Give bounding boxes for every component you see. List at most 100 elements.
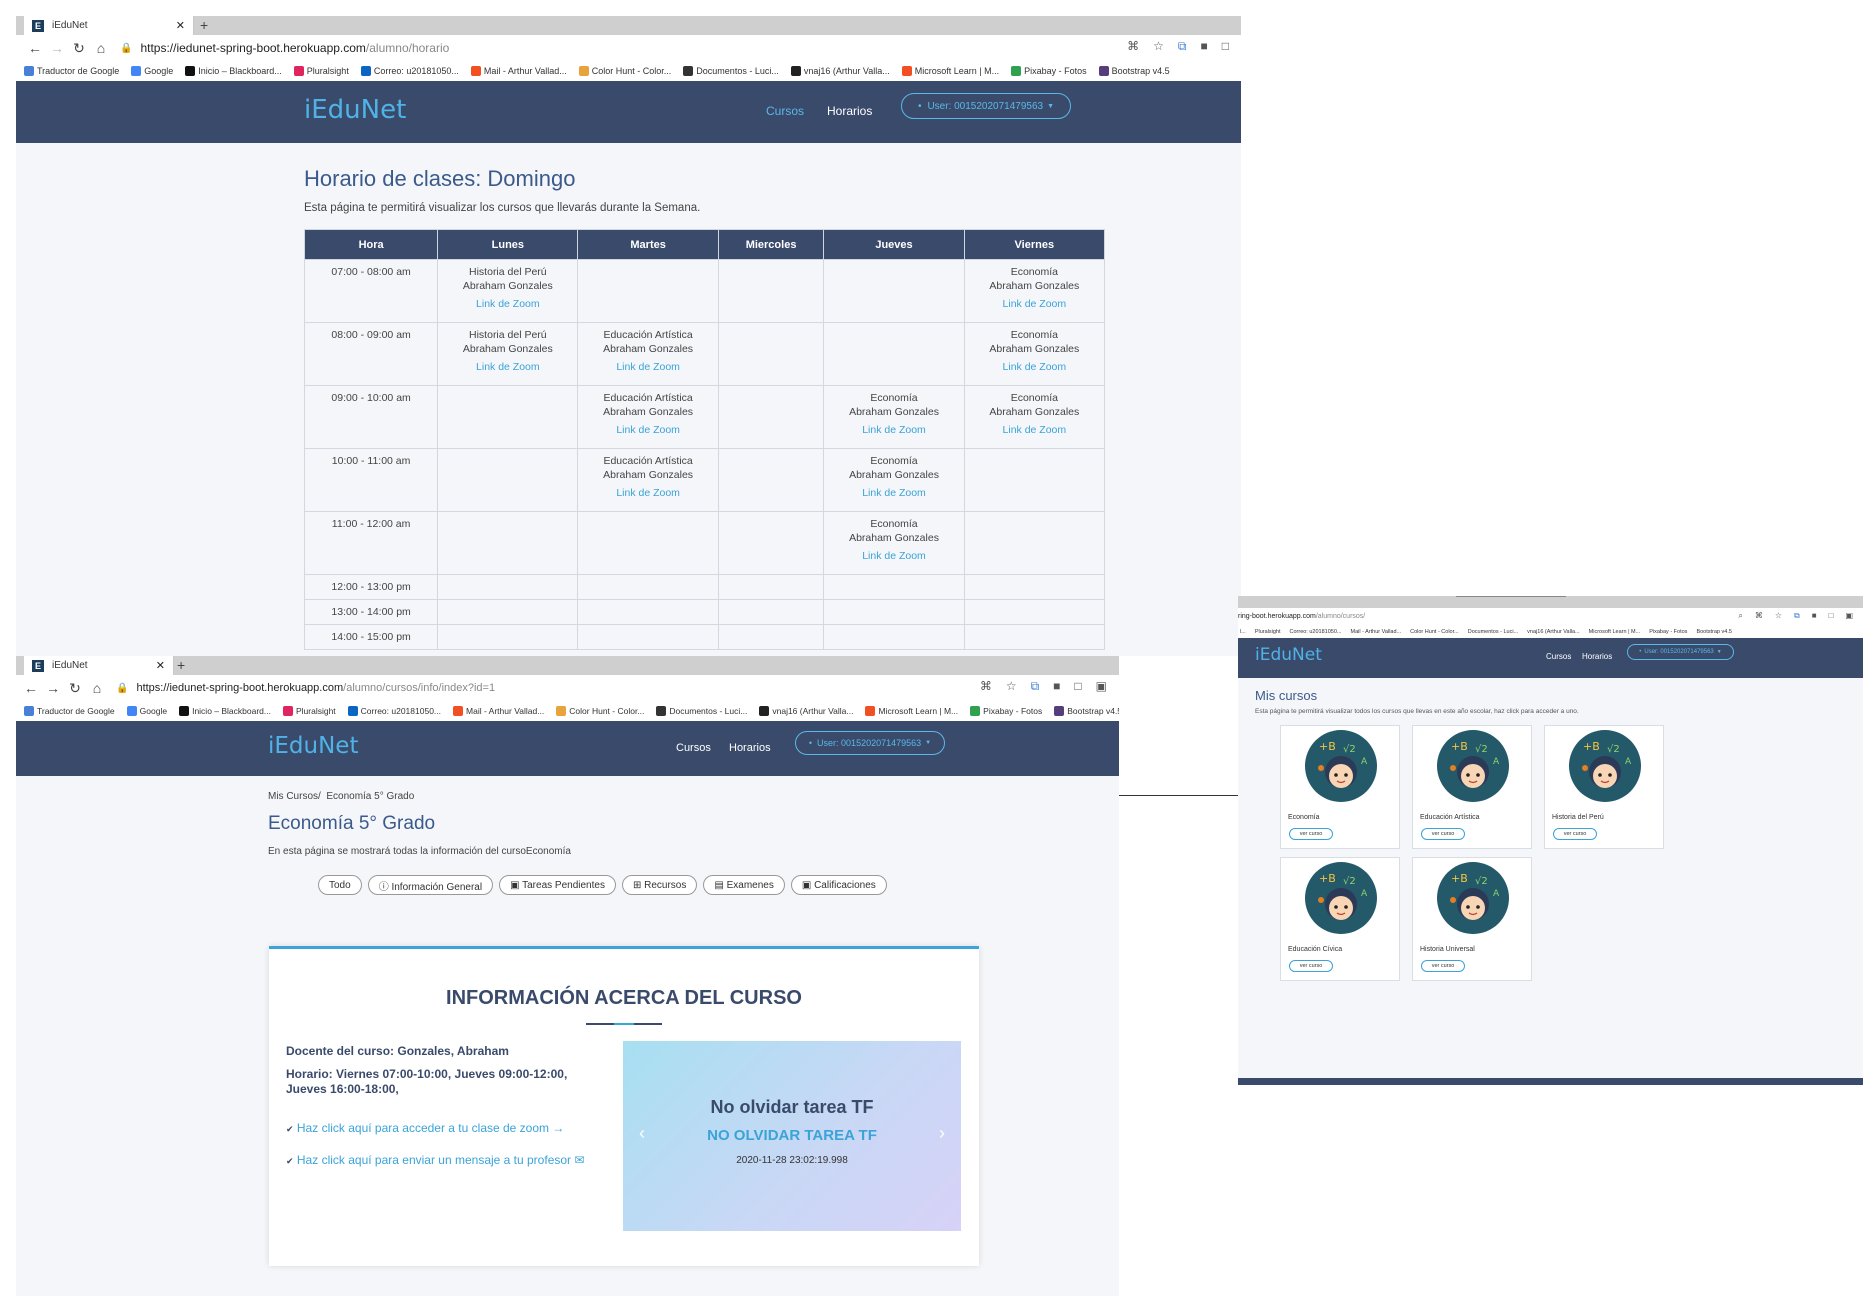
bookmark-item[interactable]: Google	[126, 706, 167, 717]
course-card[interactable]: +B √2 A Historia Universal ver curso	[1412, 857, 1532, 981]
course-card[interactable]: +B √2 A Economía ver curso	[1280, 725, 1400, 849]
zoom-link[interactable]: Link de Zoom	[824, 486, 963, 500]
bookmark-item[interactable]: Correo: u20181050...	[347, 706, 441, 717]
collections-icon[interactable]: ⧉	[1031, 679, 1040, 694]
back-icon[interactable]: ←	[24, 40, 46, 56]
zoom-link[interactable]: Link de Zoom	[578, 486, 717, 500]
ver-curso-button[interactable]: ver curso	[1421, 960, 1465, 972]
bookmark-item[interactable]: Microsoft Learn | M...	[865, 706, 958, 717]
translate-icon[interactable]: ⌘	[1127, 39, 1139, 54]
star-icon[interactable]: ☆	[1006, 679, 1017, 694]
bookmark-item[interactable]: Microsoft Learn | M...	[1589, 629, 1641, 635]
menu-icon[interactable]: ▣	[1096, 679, 1107, 694]
user-dropdown[interactable]: • User: 0015202071479563 ▼	[1627, 644, 1734, 660]
nav-horarios[interactable]: Horarios	[827, 104, 872, 118]
bookmark-item[interactable]: Correo: u20181050...	[360, 66, 459, 77]
logo[interactable]: iEduNet	[268, 733, 358, 759]
profile-icon[interactable]: □	[1074, 679, 1081, 694]
forward-icon[interactable]: →	[42, 680, 64, 696]
close-tab-icon[interactable]: ✕	[176, 19, 185, 32]
bookmark-item[interactable]: l...	[1240, 629, 1246, 635]
home-icon[interactable]: ⌂	[86, 680, 108, 696]
bookmark-item[interactable]: Color Hunt - Color...	[1410, 629, 1459, 635]
user-dropdown[interactable]: • User: 0015202071479563 ▼	[901, 93, 1071, 119]
bookmark-item[interactable]: Color Hunt - Color...	[578, 66, 671, 77]
browser-tab[interactable]: E iEduNet ✕	[24, 16, 194, 35]
home-icon[interactable]: ⌂	[90, 40, 112, 56]
bookmark-item[interactable]: Bootstrap v4.5	[1098, 66, 1170, 77]
bookmark-item[interactable]: Documentos - Luci...	[656, 706, 747, 717]
ver-curso-button[interactable]: ver curso	[1289, 960, 1333, 972]
filter-button[interactable]: ▣ Calificaciones	[790, 875, 887, 895]
url-host[interactable]: ring-boot.herokuapp.com	[1238, 613, 1316, 620]
new-tab-icon[interactable]: +	[200, 17, 208, 33]
nav-cursos[interactable]: Cursos	[766, 104, 804, 118]
bookmark-item[interactable]: Pixabay - Fotos	[1649, 629, 1687, 635]
bookmark-item[interactable]: Color Hunt - Color...	[556, 706, 644, 717]
zoom-link[interactable]: Link de Zoom	[965, 423, 1104, 437]
bookmark-item[interactable]: Mail - Arthur Vallad...	[453, 706, 544, 717]
bookmark-item[interactable]: Microsoft Learn | M...	[901, 66, 999, 77]
bookmark-item[interactable]: Google	[131, 66, 173, 77]
collections-icon[interactable]: ⧉	[1178, 39, 1187, 54]
bookmark-item[interactable]: Documentos - Luci...	[1468, 629, 1518, 635]
message-link[interactable]: ✔ Haz click aquí para enviar un mensaje …	[286, 1153, 584, 1167]
filter-button[interactable]: ▤ Examenes	[703, 875, 785, 895]
close-tab-icon[interactable]: ✕	[156, 659, 165, 672]
filter-button[interactable]: ▣ Tareas Pendientes	[499, 875, 616, 895]
bookmark-item[interactable]: Mail - Arthur Vallad...	[1350, 629, 1401, 635]
url-field[interactable]: 🔒 https://iedunet-spring-boot.herokuapp.…	[116, 682, 495, 694]
zoom-link[interactable]: Link de Zoom	[578, 423, 717, 437]
nav-cursos[interactable]: Cursos	[676, 742, 711, 754]
bookmark-item[interactable]: vnaj16 (Arthur Valla...	[759, 706, 853, 717]
bookmark-item[interactable]: Traductor de Google	[24, 706, 115, 717]
profile-icon[interactable]: □	[1829, 611, 1834, 621]
zoom-link[interactable]: Link de Zoom	[438, 297, 577, 311]
forward-icon[interactable]: →	[46, 40, 68, 56]
extension-icon[interactable]: ■	[1201, 39, 1208, 54]
ver-curso-button[interactable]: ver curso	[1553, 828, 1597, 840]
bookmark-item[interactable]: Traductor de Google	[24, 66, 119, 77]
translate-icon[interactable]: ⌘	[1755, 611, 1763, 621]
url-field[interactable]: 🔒 https://iedunet-spring-boot.herokuapp.…	[120, 41, 449, 55]
breadcrumb[interactable]: Mis Cursos/ Economía 5° Grado	[268, 791, 414, 802]
logo[interactable]: iEduNet	[1255, 645, 1322, 665]
bookmark-item[interactable]: Pixabay - Fotos	[1011, 66, 1087, 77]
bookmark-item[interactable]: Bootstrap v4.5	[1696, 629, 1731, 635]
collections-icon[interactable]: ⧉	[1794, 611, 1800, 621]
course-card[interactable]: +B √2 A Educación Artística ver curso	[1412, 725, 1532, 849]
zoom-link[interactable]: Link de Zoom	[824, 423, 963, 437]
logo[interactable]: iEduNet	[304, 95, 406, 125]
bookmark-item[interactable]: Correo: u20181050...	[1290, 629, 1342, 635]
filter-button[interactable]: Todo	[318, 875, 362, 895]
zoom-link[interactable]: Link de Zoom	[438, 360, 577, 374]
nav-horarios[interactable]: Horarios	[1582, 652, 1612, 661]
back-icon[interactable]: ←	[20, 680, 42, 696]
zoom-link[interactable]: Link de Zoom	[824, 549, 963, 563]
browser-tab[interactable]: E iEduNet ✕	[24, 656, 174, 675]
filter-button[interactable]: ⊞ Recursos	[621, 875, 698, 895]
nav-cursos[interactable]: Cursos	[1546, 652, 1571, 661]
bookmark-item[interactable]: Mail - Arthur Vallad...	[470, 66, 567, 77]
zoom-link[interactable]: Link de Zoom	[965, 297, 1104, 311]
filter-button[interactable]: ⓘ Información General	[367, 875, 494, 895]
zoom-link[interactable]: Link de Zoom	[965, 360, 1104, 374]
bookmark-item[interactable]: vnaj16 (Arthur Valla...	[790, 66, 890, 77]
star-icon[interactable]: ☆	[1153, 39, 1164, 54]
zoom-icon[interactable]: ⌕	[1738, 611, 1742, 621]
bookmark-item[interactable]: Inicio – Blackboard...	[185, 66, 282, 77]
ver-curso-button[interactable]: ver curso	[1289, 828, 1333, 840]
menu-icon[interactable]: ▣	[1845, 611, 1853, 621]
ver-curso-button[interactable]: ver curso	[1421, 828, 1465, 840]
new-tab-icon[interactable]: +	[177, 657, 185, 673]
bookmark-item[interactable]: Bootstrap v4.5	[1054, 706, 1119, 717]
zoom-link[interactable]: Link de Zoom	[578, 360, 717, 374]
profile-icon[interactable]: □	[1222, 39, 1229, 54]
bookmark-item[interactable]: vnaj16 (Arthur Valla...	[1527, 629, 1579, 635]
reload-icon[interactable]: ↻	[68, 40, 90, 57]
extension-icon[interactable]: ■	[1812, 611, 1817, 621]
bookmark-item[interactable]: Pluralsight	[1255, 629, 1281, 635]
bookmark-item[interactable]: Inicio – Blackboard...	[179, 706, 271, 717]
course-card[interactable]: +B √2 A Educación Cívica ver curso	[1280, 857, 1400, 981]
extension-icon[interactable]: ■	[1053, 679, 1060, 694]
